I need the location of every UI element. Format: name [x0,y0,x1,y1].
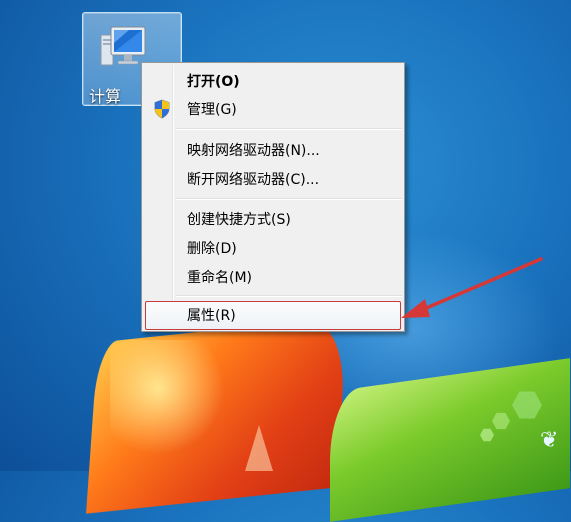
menu-item-manage[interactable]: 管理(G) [145,95,401,121]
menu-item-label: 删除(D) [187,241,237,257]
menu-item-disconnect-network-drive[interactable]: 断开网络驱动器(C)... [145,165,401,191]
menu-item-rename[interactable]: 重命名(M) [145,263,401,289]
wallpaper-tree [245,425,273,471]
menu-separator [176,198,402,200]
menu-separator [176,295,402,297]
menu-item-label: 属性(R) [187,308,236,324]
menu-item-label: 断开网络驱动器(C)... [187,172,320,188]
context-menu: 打开(O) 管理(G) 映射网络驱动器(N)... 断开网络驱动器(C)... … [141,62,405,332]
menu-item-label: 打开(O) [187,74,240,90]
menu-item-label: 映射网络驱动器(N)... [187,143,320,159]
menu-item-label: 创建快捷方式(S) [187,212,291,228]
menu-item-map-network-drive[interactable]: 映射网络驱动器(N)... [145,136,401,162]
windows-logo-shine [110,340,230,460]
butterfly-icon: ❦ [540,428,559,453]
menu-item-label: 管理(G) [187,102,237,118]
desktop-icon-label: 计算 [89,87,122,106]
uac-shield-icon [154,99,170,119]
menu-item-open[interactable]: 打开(O) [145,67,401,93]
red-arrow-annotation [401,257,543,318]
computer-icon [100,26,146,66]
menu-item-create-shortcut[interactable]: 创建快捷方式(S) [145,205,401,231]
menu-item-label: 重命名(M) [187,270,253,286]
menu-item-properties[interactable]: 属性(R) [145,301,401,330]
menu-item-delete[interactable]: 删除(D) [145,234,401,260]
menu-separator [176,128,402,130]
